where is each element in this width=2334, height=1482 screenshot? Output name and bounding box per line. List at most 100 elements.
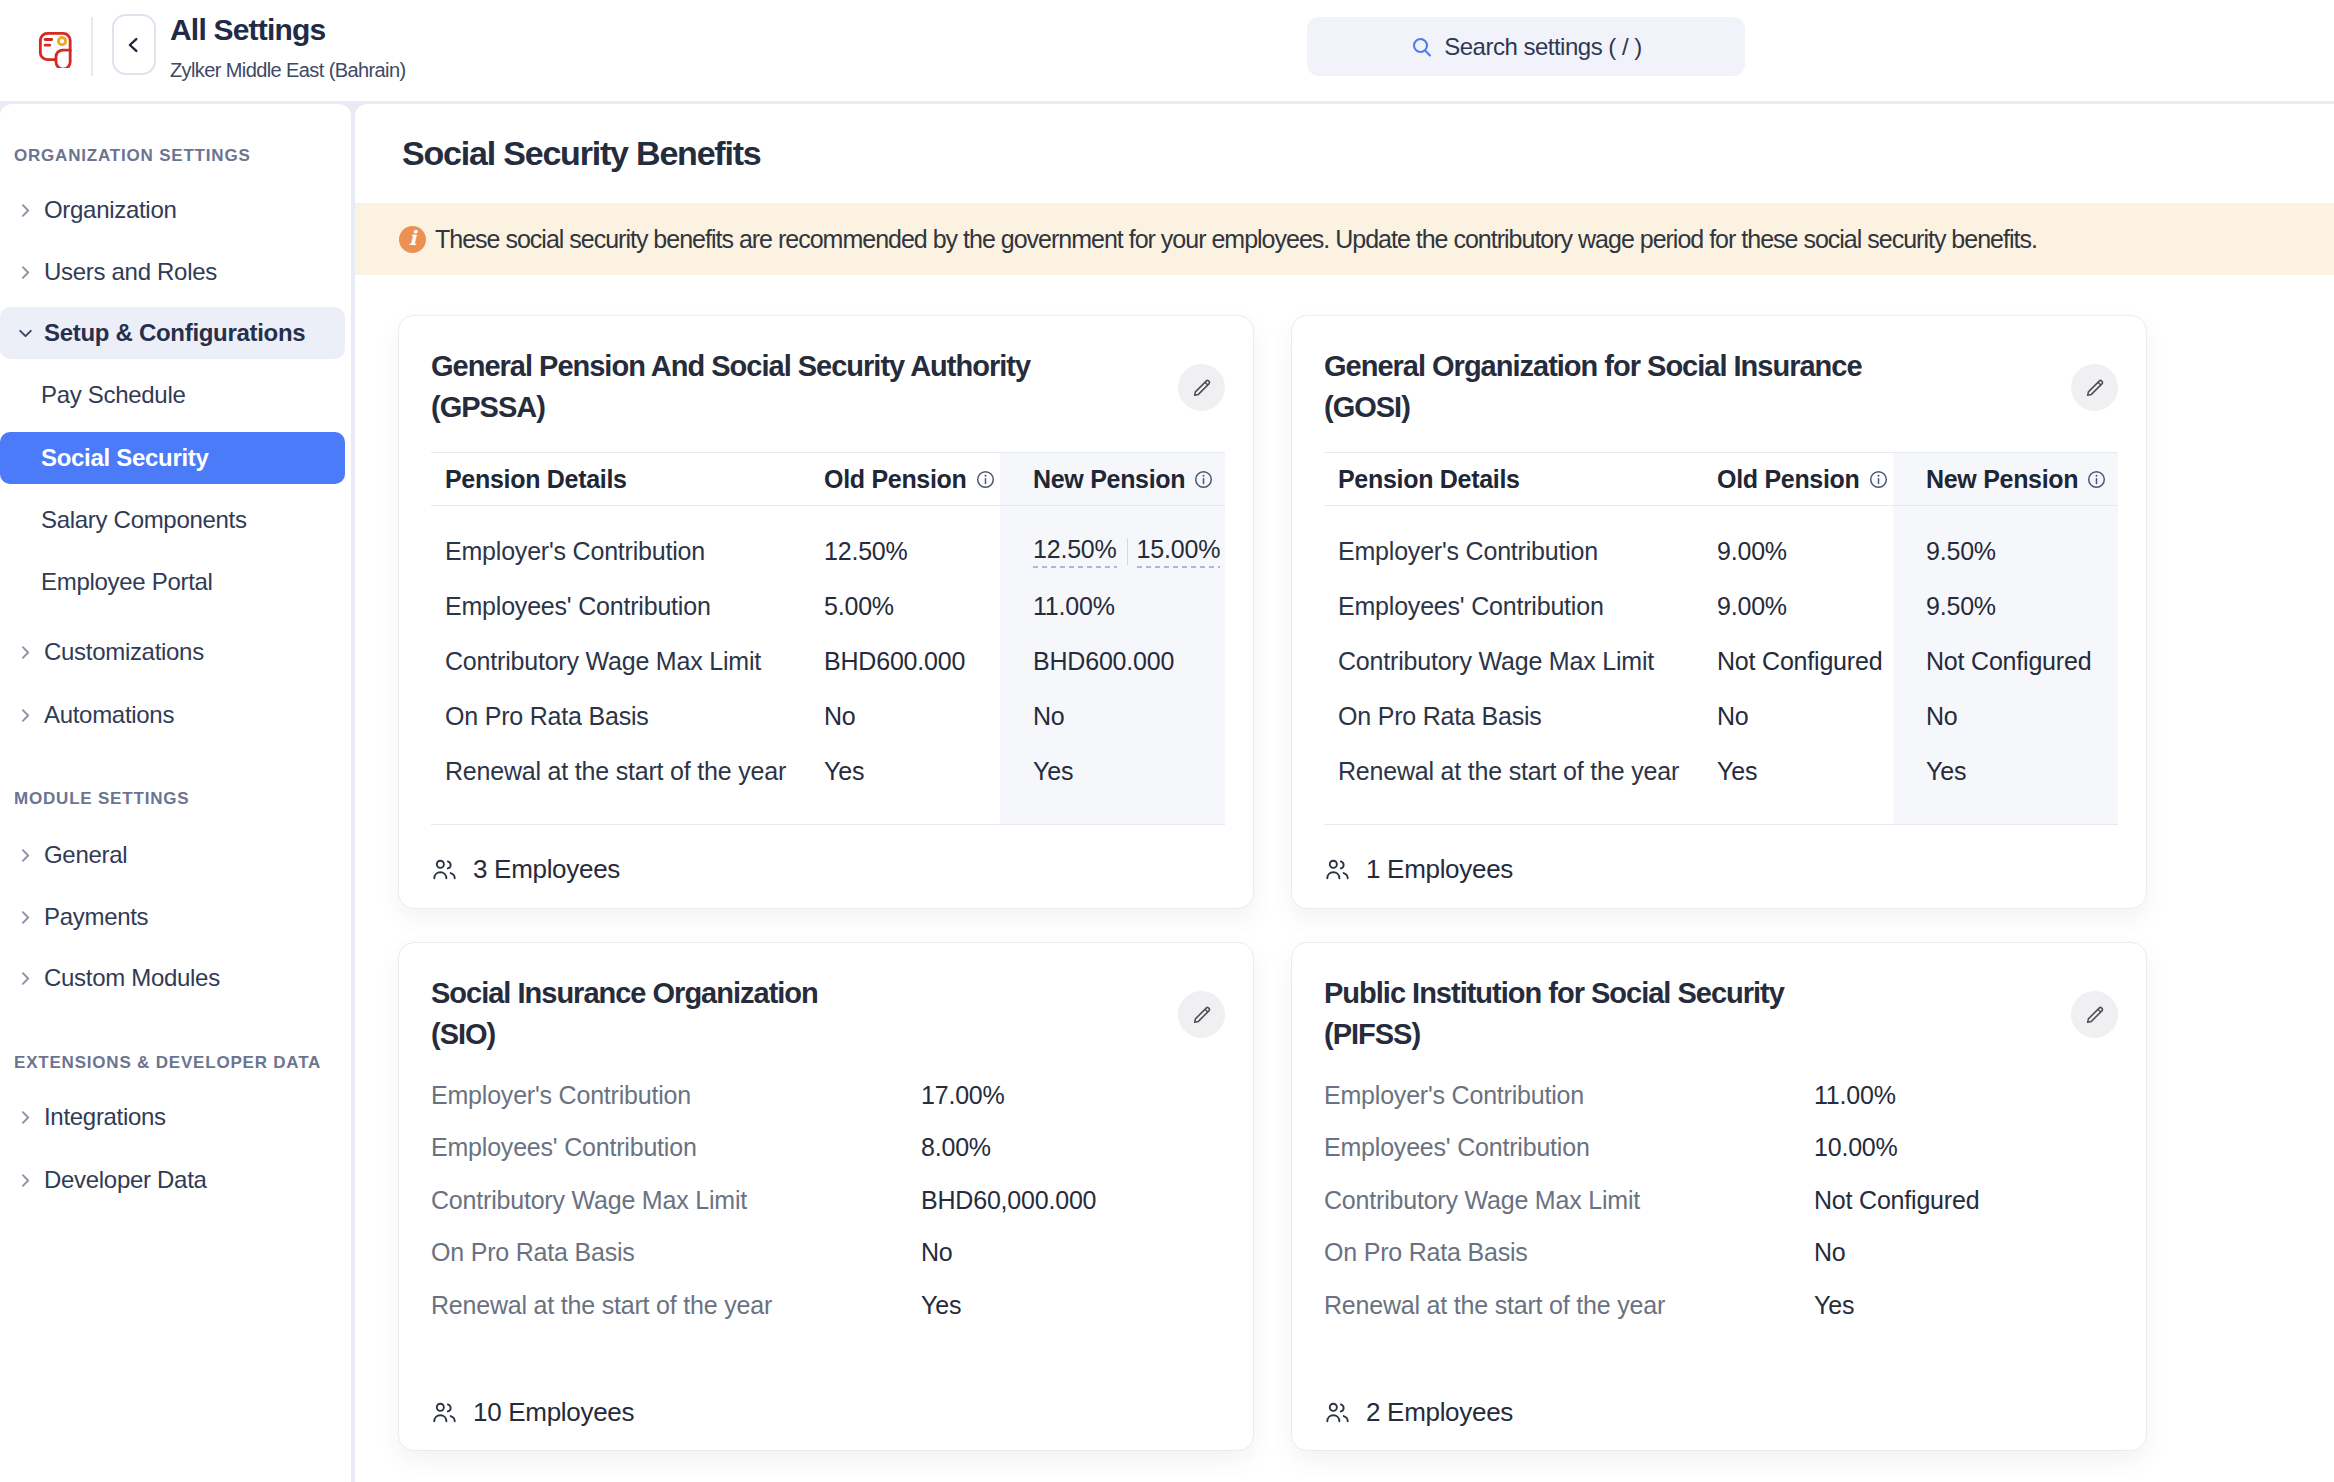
benefit-row: Employees' Contribution 10.00% bbox=[1324, 1122, 2116, 1175]
row-value: Yes bbox=[1814, 1291, 2116, 1320]
rate-pair: 12.50% 15.00% bbox=[1033, 535, 1225, 568]
benefit-row: Employees' Contribution 8.00% bbox=[431, 1122, 1223, 1175]
sidebar-item-users-and-roles[interactable]: Users and Roles bbox=[0, 246, 345, 298]
info-circle-icon[interactable] bbox=[1869, 470, 1888, 489]
edit-sio-button[interactable] bbox=[1178, 991, 1225, 1038]
sidebar-section-module-settings: MODULE SETTINGS bbox=[14, 786, 189, 812]
topbar-divider bbox=[91, 17, 93, 76]
row-label: On Pro Rata Basis bbox=[1324, 1238, 1814, 1267]
row-value: 11.00% bbox=[1814, 1081, 2116, 1110]
card-title-text: General Organization for Social Insuranc… bbox=[1324, 350, 1862, 382]
card-pifss: Public Institution for Social Security (… bbox=[1291, 942, 2147, 1451]
page-header-title: All Settings bbox=[170, 13, 406, 47]
info-circle-icon[interactable] bbox=[1194, 470, 1213, 489]
column-header-pension-details: Pension Details bbox=[1324, 453, 1717, 505]
sidebar-item-label: Salary Components bbox=[41, 506, 247, 534]
zoho-payroll-logo-icon bbox=[35, 28, 75, 68]
card-title: Social Insurance Organization (SIO) bbox=[431, 973, 1151, 1055]
row-value: 17.00% bbox=[921, 1081, 1223, 1110]
sidebar-item-pay-schedule[interactable]: Pay Schedule bbox=[0, 369, 345, 421]
column-header-new-pension: New Pension bbox=[1000, 453, 1225, 505]
table-row: Employer's Contribution 12.50% 12.50% 15… bbox=[431, 524, 1225, 579]
sidebar-item-automations[interactable]: Automations bbox=[0, 689, 345, 741]
employees-count-label: 1 Employees bbox=[1366, 854, 1513, 885]
row-label: Employees' Contribution bbox=[1324, 592, 1717, 621]
row-label: Employer's Contribution bbox=[431, 537, 824, 566]
row-value: 8.00% bbox=[921, 1133, 1223, 1162]
employees-icon bbox=[432, 1401, 457, 1424]
row-label: Employees' Contribution bbox=[431, 592, 824, 621]
sidebar-item-payments[interactable]: Payments bbox=[0, 891, 345, 943]
table-header-row: Pension Details Old Pension New Pension bbox=[431, 453, 1225, 506]
sidebar-item-integrations[interactable]: Integrations bbox=[0, 1091, 345, 1143]
card-title: General Pension And Social Security Auth… bbox=[431, 346, 1151, 428]
old-rate-value[interactable]: 12.50% bbox=[1033, 535, 1117, 568]
benefit-rows: Employer's Contribution 17.00% Employees… bbox=[431, 1069, 1223, 1332]
search-settings-input[interactable]: Search settings ( / ) bbox=[1307, 17, 1745, 76]
edit-pifss-button[interactable] bbox=[2071, 991, 2118, 1038]
new-pension-value: No bbox=[1000, 702, 1225, 731]
column-header-old-pension: Old Pension bbox=[824, 453, 1000, 505]
employees-count-label: 2 Employees bbox=[1366, 1397, 1513, 1428]
sidebar-item-developer-data[interactable]: Developer Data bbox=[0, 1154, 345, 1206]
employees-count-label: 3 Employees bbox=[473, 854, 620, 885]
topbar-titles: All Settings Zylker Middle East (Bahrain… bbox=[170, 13, 406, 82]
table-row: Employees' Contribution 5.00% 11.00% bbox=[431, 579, 1225, 634]
info-circle-icon[interactable] bbox=[976, 470, 995, 489]
pencil-icon bbox=[2084, 377, 2106, 399]
sidebar-item-label: Users and Roles bbox=[44, 258, 217, 286]
new-rate-value[interactable]: 15.00% bbox=[1137, 535, 1221, 568]
card-gpssa: General Pension And Social Security Auth… bbox=[398, 315, 1254, 909]
sidebar-item-salary-components[interactable]: Salary Components bbox=[0, 494, 345, 546]
row-label: Employees' Contribution bbox=[431, 1133, 921, 1162]
organization-name: Zylker Middle East (Bahrain) bbox=[170, 59, 406, 82]
row-value: No bbox=[1814, 1238, 2116, 1267]
chevron-right-icon bbox=[17, 202, 34, 219]
sidebar-section-extensions-developer-data: EXTENSIONS & DEVELOPER DATA bbox=[14, 1050, 321, 1076]
employees-count: 1 Employees bbox=[1325, 854, 1513, 885]
table-body: Employer's Contribution 9.00% 9.50% Empl… bbox=[1324, 506, 2118, 825]
chevron-right-icon bbox=[17, 909, 34, 926]
pension-table: Pension Details Old Pension New Pension … bbox=[431, 452, 1225, 825]
info-banner: i These social security benefits are rec… bbox=[355, 203, 2334, 275]
new-pension-value: 11.00% bbox=[1000, 592, 1225, 621]
row-label: Employer's Contribution bbox=[431, 1081, 921, 1110]
old-pension-value: Yes bbox=[1717, 757, 1893, 786]
old-pension-value: 9.00% bbox=[1717, 537, 1893, 566]
new-pension-value: Yes bbox=[1893, 757, 2118, 786]
new-pension-value: Not Configured bbox=[1893, 647, 2118, 676]
column-header-label: Old Pension bbox=[1717, 465, 1860, 494]
chevron-right-icon bbox=[17, 1109, 34, 1126]
employees-icon bbox=[1325, 1401, 1350, 1424]
table-row: Contributory Wage Max Limit BHD600.000 B… bbox=[431, 634, 1225, 689]
chevron-right-icon bbox=[17, 970, 34, 987]
sidebar-item-employee-portal[interactable]: Employee Portal bbox=[0, 556, 345, 608]
sidebar-item-social-security[interactable]: Social Security bbox=[0, 432, 345, 484]
sidebar-item-general[interactable]: General bbox=[0, 829, 345, 881]
page-title: Social Security Benefits bbox=[402, 130, 761, 176]
row-label: On Pro Rata Basis bbox=[431, 1238, 921, 1267]
column-header-label: New Pension bbox=[1033, 465, 1185, 494]
back-button[interactable] bbox=[112, 14, 156, 75]
sidebar-item-custom-modules[interactable]: Custom Modules bbox=[0, 952, 345, 1004]
sidebar-item-organization[interactable]: Organization bbox=[0, 184, 345, 236]
sidebar-item-setup-configurations[interactable]: Setup & Configurations bbox=[0, 307, 345, 359]
row-label: Renewal at the start of the year bbox=[431, 1291, 921, 1320]
table-row: Renewal at the start of the year Yes Yes bbox=[1324, 744, 2118, 799]
edit-gpssa-button[interactable] bbox=[1178, 364, 1225, 411]
row-value: Yes bbox=[921, 1291, 1223, 1320]
edit-gosi-button[interactable] bbox=[2071, 364, 2118, 411]
sidebar-section-organization-settings: ORGANIZATION SETTINGS bbox=[14, 143, 251, 169]
card-title: General Organization for Social Insuranc… bbox=[1324, 346, 2044, 428]
old-pension-value: Yes bbox=[824, 757, 1000, 786]
new-pension-value: 9.50% bbox=[1893, 592, 2118, 621]
search-icon bbox=[1410, 35, 1434, 59]
info-banner-text: These social security benefits are recom… bbox=[435, 225, 2037, 254]
benefit-row: Renewal at the start of the year Yes bbox=[1324, 1279, 2116, 1332]
sidebar-item-label: Pay Schedule bbox=[41, 381, 186, 409]
table-body: Employer's Contribution 12.50% 12.50% 15… bbox=[431, 506, 1225, 825]
old-pension-value: No bbox=[1717, 702, 1893, 731]
sidebar-item-customizations[interactable]: Customizations bbox=[0, 626, 345, 678]
benefit-rows: Employer's Contribution 11.00% Employees… bbox=[1324, 1069, 2116, 1332]
info-circle-icon[interactable] bbox=[2087, 470, 2106, 489]
